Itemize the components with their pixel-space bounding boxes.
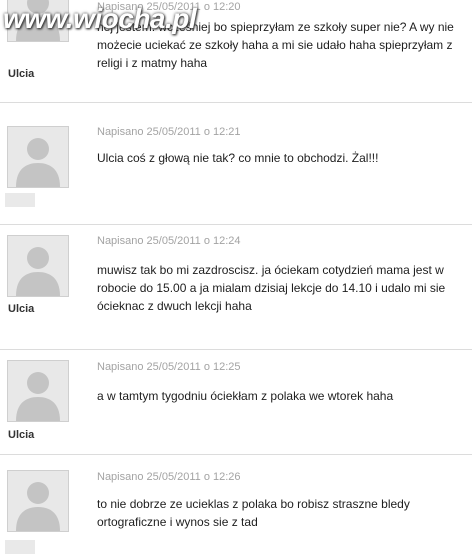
avatar[interactable] — [7, 235, 69, 297]
author-placeholder — [5, 193, 35, 207]
post-date: Napisano 25/05/2011 o 12:25 — [97, 361, 241, 373]
author-name[interactable]: Ulcia — [8, 303, 34, 315]
post-date: Napisano 25/05/2011 o 12:26 — [97, 471, 241, 483]
post-date: Napisano 25/05/2011 o 12:24 — [97, 235, 241, 247]
post-text: muwisz tak bo mi zazdroscisz. ja óciekam… — [97, 263, 446, 313]
site-watermark: www.wiocha.pl — [3, 3, 197, 34]
post-text: Ulcia coś z głową nie tak? co mnie to ob… — [97, 151, 379, 165]
post-text: a w tamtym tygodniu óciekłam z polaka we… — [97, 389, 394, 403]
user-silhouette-icon — [8, 236, 68, 296]
avatar[interactable] — [7, 360, 69, 422]
user-silhouette-icon — [8, 361, 68, 421]
avatar[interactable] — [7, 470, 69, 532]
comment-post: Napisano 25/05/2011 o 12:26 to nie dobrz… — [0, 460, 472, 556]
post-text: to nie dobrze ze ucieklas z polaka bo ro… — [97, 497, 410, 529]
user-silhouette-icon — [8, 127, 68, 187]
author-name[interactable]: Ulcia — [8, 429, 34, 441]
author-placeholder — [5, 540, 35, 554]
user-silhouette-icon — [8, 471, 68, 531]
author-name[interactable]: Ulcia — [8, 68, 34, 80]
avatar[interactable] — [7, 126, 69, 188]
comment-post: Napisano 25/05/2011 o 12:21 Ulcia coś z … — [0, 116, 472, 225]
comment-post: Ulcia Napisano 25/05/2011 o 12:25 a w ta… — [0, 350, 472, 455]
comment-post: Ulcia Napisano 25/05/2011 o 12:24 muwisz… — [0, 225, 472, 350]
post-date: Napisano 25/05/2011 o 12:21 — [97, 126, 241, 138]
